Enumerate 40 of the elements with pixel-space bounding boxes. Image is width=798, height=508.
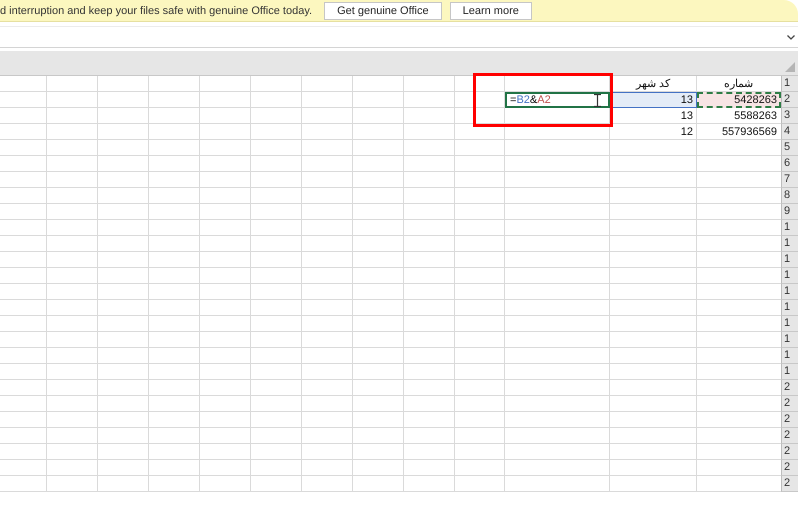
table-cell-text: 12 bbox=[680, 124, 694, 140]
formula-input[interactable]: =B2&A2 bbox=[505, 92, 610, 108]
row-header[interactable]: 1 bbox=[781, 236, 798, 252]
row-header[interactable]: 1 bbox=[781, 300, 798, 316]
table-cell-text: 557936569 bbox=[720, 124, 778, 140]
row-header[interactable]: 8 bbox=[781, 188, 798, 204]
row-header[interactable]: 6 bbox=[781, 156, 798, 172]
row-header[interactable]: 5 bbox=[781, 140, 798, 156]
row-header[interactable]: 2 bbox=[781, 380, 798, 396]
row-header[interactable]: 1 bbox=[781, 284, 798, 300]
text-cursor-icon bbox=[594, 94, 601, 106]
row-header[interactable]: 7 bbox=[781, 172, 798, 188]
table-cell-text: کد شهر bbox=[634, 77, 672, 92]
table-cell-text: شماره bbox=[723, 77, 754, 92]
row-header[interactable]: 1 bbox=[781, 76, 798, 92]
chevron-down-icon[interactable] bbox=[787, 34, 795, 40]
row-header[interactable]: 2 bbox=[781, 428, 798, 444]
row-header[interactable]: 1 bbox=[781, 348, 798, 364]
table-cell: 5428263 bbox=[697, 92, 781, 108]
row-header[interactable]: 1 bbox=[781, 364, 798, 380]
row-header[interactable]: 2 bbox=[781, 396, 798, 412]
banner-button[interactable]: Learn more bbox=[450, 2, 532, 20]
row-header[interactable]: 9 bbox=[781, 204, 798, 220]
row-header[interactable]: 2 bbox=[781, 412, 798, 428]
row-header[interactable]: 4 bbox=[781, 124, 798, 140]
row-header[interactable]: 2 bbox=[781, 476, 798, 492]
table-cell: 13 bbox=[610, 92, 697, 108]
table-cell-text: 5588263 bbox=[733, 108, 778, 124]
row-header[interactable]: 2 bbox=[781, 92, 798, 108]
row-header[interactable]: 2 bbox=[781, 460, 798, 476]
row-header[interactable]: 1 bbox=[781, 268, 798, 284]
row-header[interactable]: 1 bbox=[781, 220, 798, 236]
banner-button[interactable]: Get genuine Office bbox=[324, 2, 442, 20]
row-header[interactable]: 1 bbox=[781, 252, 798, 268]
row-header[interactable]: 3 bbox=[781, 108, 798, 124]
row-header[interactable]: 1 bbox=[781, 316, 798, 332]
row-header[interactable]: 2 bbox=[781, 444, 798, 460]
table-cell-text: 13 bbox=[680, 108, 694, 124]
banner-message: d interruption and keep your files safe with genuine Office today. bbox=[0, 4, 312, 16]
row-header[interactable]: 1 bbox=[781, 332, 798, 348]
